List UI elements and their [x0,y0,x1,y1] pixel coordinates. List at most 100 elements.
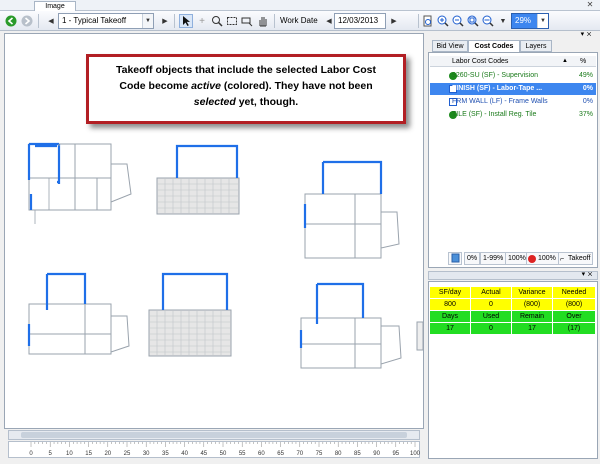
ruler-tick-label: 10 [66,451,73,457]
pin-icon[interactable]: ▾ ⨯ [582,270,593,278]
chevron-down-icon[interactable]: ▼ [142,14,153,28]
separator [274,14,275,28]
cost-code-row[interactable]: FRM WALL (LF) - Frame Walls 0% [430,96,596,108]
ruler-tick-label: 15 [85,451,92,457]
scrollbar-thumb[interactable] [21,432,407,438]
ruler-tick-label: 40 [181,451,188,457]
work-date-field[interactable]: 12/03/2013 [334,13,386,29]
stat-header: Variance [512,287,553,298]
ruler-tick-label: 80 [335,451,342,457]
callout-emphasis: active [191,80,221,92]
ruler-tick-label: 30 [143,451,150,457]
ruler-tick-label: 70 [296,451,303,457]
stat-value: 0 [471,299,512,310]
zoom-dropdown-icon[interactable]: ▼ [496,14,510,28]
prev-page-icon[interactable]: ◀ [44,14,58,28]
callout-line-1: Takeoff objects that include the selecte… [115,64,377,76]
cost-code-pct: 37% [578,111,593,118]
stat-header: Needed [553,287,596,298]
callout-text: yet, though. [235,96,299,108]
zoom-out-icon[interactable] [451,14,465,28]
callout-line-2: Code become active (colored). They have … [89,78,403,94]
pointer-icon[interactable] [179,14,193,28]
horizontal-scrollbar[interactable] [8,430,420,440]
cost-code-label: TILE (SF) - Install Reg. Tile [452,111,537,118]
cost-codes-header: Labor Cost Codes ▲ % [430,56,596,67]
tile-area-1 [156,144,240,215]
select-box-icon[interactable] [225,14,239,28]
close-icon[interactable]: ✕ [584,0,596,10]
forward-icon[interactable] [20,14,34,28]
filter-1-99-button[interactable]: 1-99% [480,252,507,265]
cost-code-pct: 0% [582,98,593,105]
cost-code-pct: 49% [578,72,593,79]
ruler-ticks: 0 5 10 15 20 25 30 35 40 45 50 55 60 65 70 75 80 85 90 95 10… [29,442,421,457]
ruler-tick-label: 75 [316,451,323,457]
back-icon[interactable] [4,14,18,28]
sort-up-icon[interactable]: ▲ [562,56,568,67]
floor-plan-2 [303,160,400,259]
callout-text: (colored). They have not been [220,80,373,92]
ruler-tick-label: 55 [239,451,246,457]
stat-value: 0 [471,323,512,334]
pan-hand-icon[interactable] [256,14,270,28]
work-date-label: Work Date [280,16,318,25]
takeoff-filter-button[interactable]: ⌐ Takeoff [558,252,594,265]
callout-text: Code become [119,80,192,92]
filter-over-100-button[interactable]: 100% [526,252,559,265]
tab-layers[interactable]: Layers [520,40,552,52]
filter-over-100-label: 100% [538,255,556,262]
cost-codes-filter-bar: 0% 1-99% 100% 100% ⌐ Takeoff [430,252,596,266]
cost-code-row[interactable]: TILE (SF) - Install Reg. Tile 37% [430,109,596,121]
cost-code-row[interactable]: 9260-SU (SF) - Supervision 49% [430,70,596,82]
floor-plan-4 [299,282,424,369]
stat-header: Actual [471,287,512,298]
zoom-select[interactable]: 29% ▼ [511,13,549,29]
zoom-value: 29% [515,16,532,25]
callout-emphasis: selected [193,96,236,108]
pin-icon[interactable]: ▾ ⨯ [581,30,592,38]
takeoff-icon: ⌐ [560,256,565,263]
ruler-tick-label: 100 [410,451,421,457]
stat-value: 17 [430,323,471,334]
ruler: 0 5 10 15 20 25 30 35 40 45 50 55 60 65 70 75 80 85 90 95 10… [8,441,421,458]
stat-value: (17) [553,323,596,334]
cost-code-label: FRM WALL (LF) - Frame Walls [452,98,548,105]
tab-bid-view[interactable]: Bid View [432,40,468,52]
ruler-tick-label: 25 [124,451,131,457]
ruler-tick-label: 0 [29,451,33,457]
stat-header: SF/day [430,287,471,298]
cost-code-label: FINISH (SF) - Labor-Tape ... [452,85,543,92]
report-icon[interactable] [448,252,462,265]
zoom-window-icon[interactable] [210,14,224,28]
header-labor-cost-codes[interactable]: Labor Cost Codes [452,56,508,67]
zoom-width-icon[interactable] [481,14,495,28]
header-percent[interactable]: % [580,56,586,67]
separator [174,14,175,28]
page-select-value: 1 - Typical Takeoff [62,16,127,25]
stat-header: Remain [512,311,553,322]
ruler-tick-label: 85 [354,451,361,457]
cost-code-row-selected[interactable]: FINISH (SF) - Labor-Tape ... 0% [430,83,596,95]
separator [418,14,419,28]
ruler-tick-label: 35 [162,451,169,457]
zoom-fit-icon[interactable] [466,14,480,28]
callout-line-3: selected yet, though. [89,94,403,110]
page-select[interactable]: 1 - Typical Takeoff ▼ [58,13,154,29]
separator [38,14,39,28]
chevron-down-icon[interactable]: ▼ [537,14,548,28]
zoom-in-icon[interactable] [436,14,450,28]
stat-header: Days [430,311,471,322]
filter-0-button[interactable]: 0% [464,252,481,265]
crosshair-icon[interactable]: + [195,14,209,28]
floor-plan-3 [27,272,130,355]
erase-icon[interactable] [240,14,254,28]
tile-area-2 [148,272,232,357]
stat-header: Used [471,311,512,322]
page-zoom-icon[interactable] [421,14,435,28]
ruler-tick-label: 60 [258,451,265,457]
ruler-tick-label: 20 [104,451,111,457]
next-page-icon[interactable]: ▶ [158,14,172,28]
ruler-tick-label: 5 [49,451,53,457]
date-next-icon[interactable]: ▶ [387,14,401,28]
